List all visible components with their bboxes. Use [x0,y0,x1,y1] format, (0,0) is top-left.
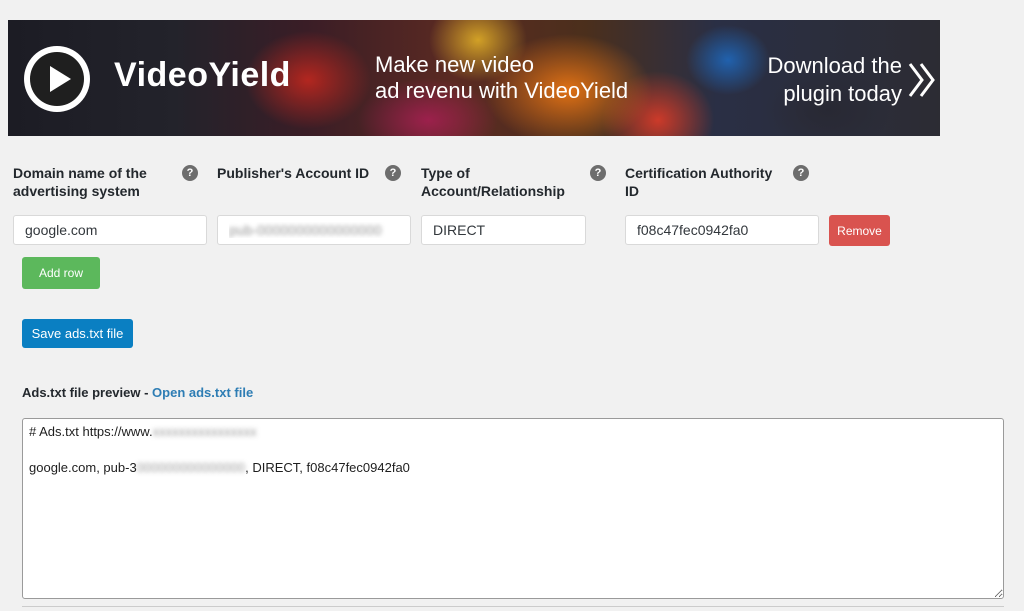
open-ads-txt-link[interactable]: Open ads.txt file [152,385,253,400]
help-icon-relationship[interactable]: ? [590,165,606,181]
preview-line-1: # Ads.txt https://www.xxxxxxxxxxxxxxxx [29,423,997,441]
column-label-domain: Domain name of the advertising system [13,165,147,199]
double-chevron-right-icon [906,60,938,105]
column-label-cert-id: Certification Authority ID [625,165,773,199]
banner-cta-line1: Download the [767,53,902,78]
preview-line-2: google.com, pub-3000000000000000, DIRECT… [29,459,997,477]
column-label-publisher-id: Publisher's Account ID [217,165,370,181]
remove-row-button[interactable]: Remove [829,215,890,246]
preview-label: Ads.txt file preview [22,385,141,400]
bottom-divider [22,606,1004,607]
preview-heading: Ads.txt file preview - Open ads.txt file [22,385,253,400]
banner-tagline: Make new video ad revenu with VideoYield [375,52,628,104]
preview-line-2-suffix: , DIRECT, f08c47fec0942fa0 [245,460,410,475]
add-row-button[interactable]: Add row [22,257,100,289]
domain-input[interactable] [13,215,207,245]
banner-brand: VideoYield [114,56,291,94]
help-icon-publisher-id[interactable]: ? [385,165,401,181]
preview-line-1-prefix: # Ads.txt https://www. [29,424,153,439]
column-label-relationship: Type of Account/Relationship [421,165,565,199]
banner-tagline-line1: Make new video [375,52,534,77]
relationship-input[interactable] [421,215,586,245]
preview-blank-line [29,441,997,459]
help-icon-cert-id[interactable]: ? [793,165,809,181]
banner-cta: Download the plugin today [767,52,902,108]
banner-tagline-line2: ad revenu with VideoYield [375,78,629,103]
help-icon-domain[interactable]: ? [182,165,198,181]
publisher-id-input[interactable] [217,215,411,245]
ads-txt-preview-textarea[interactable]: # Ads.txt https://www.xxxxxxxxxxxxxxxx g… [22,418,1004,599]
cert-id-input[interactable] [625,215,819,245]
preview-line-2-prefix: google.com, pub-3 [29,460,137,475]
preview-separator: - [140,385,153,400]
banner-cta-line2: plugin today [783,81,902,106]
save-ads-txt-button[interactable]: Save ads.txt file [22,319,133,348]
videoyield-banner[interactable]: VideoYield Make new video ad revenu with… [8,20,940,136]
preview-line-2-blurred: 000000000000000 [136,460,246,475]
preview-line-1-blurred: xxxxxxxxxxxxxxxx [152,424,257,439]
play-icon [24,46,90,112]
